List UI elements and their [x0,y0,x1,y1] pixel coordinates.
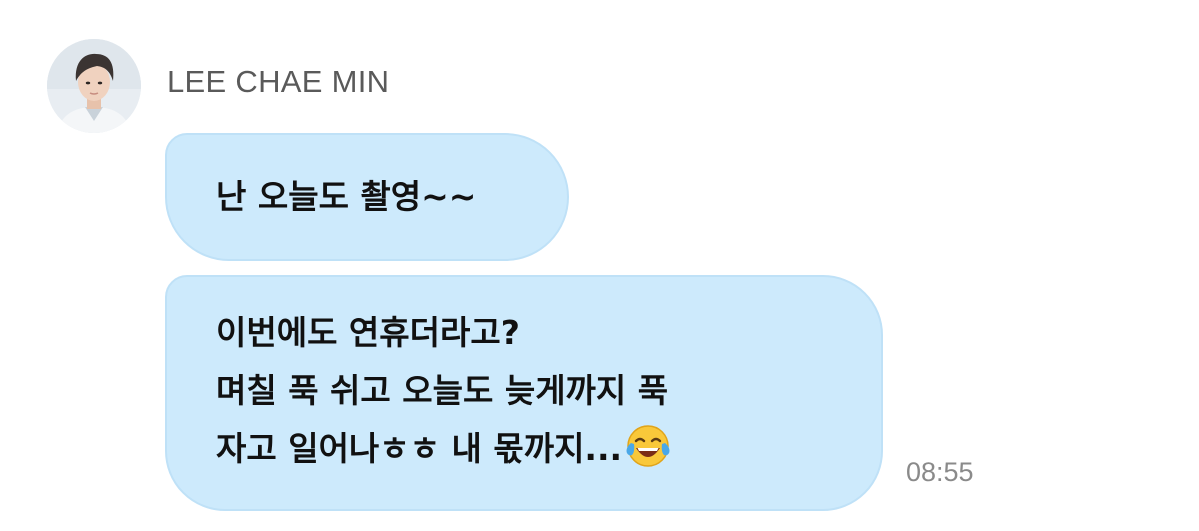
message-line: 이번에도 연휴더라고? [216,313,520,352]
chat-thread: LEE CHAE MIN 난 오늘도 촬영~~ 이번에도 연휴더라고? 며칠 푹… [0,0,1199,531]
message-line-text: 자고 일어나ㅎㅎ 내 몫까지... [216,429,623,468]
message-line: 난 오늘도 촬영~~ [216,177,477,216]
message-line-last: 자고 일어나ㅎㅎ 내 몫까지... [216,420,861,488]
sender-name: LEE CHAE MIN [167,64,390,99]
message-bubble[interactable]: 난 오늘도 촬영~~ [165,133,569,261]
avatar[interactable] [47,39,141,133]
profile-photo-icon [47,39,141,133]
message-bubble[interactable]: 이번에도 연휴더라고? 며칠 푹 쉬고 오늘도 늦게까지 푹 자고 일어나ㅎㅎ … [165,275,883,511]
message-line: 며칠 푹 쉬고 오늘도 늦게까지 푹 [216,371,669,410]
face-with-tears-of-joy-icon [624,422,672,488]
message-timestamp: 08:55 [906,457,974,487]
